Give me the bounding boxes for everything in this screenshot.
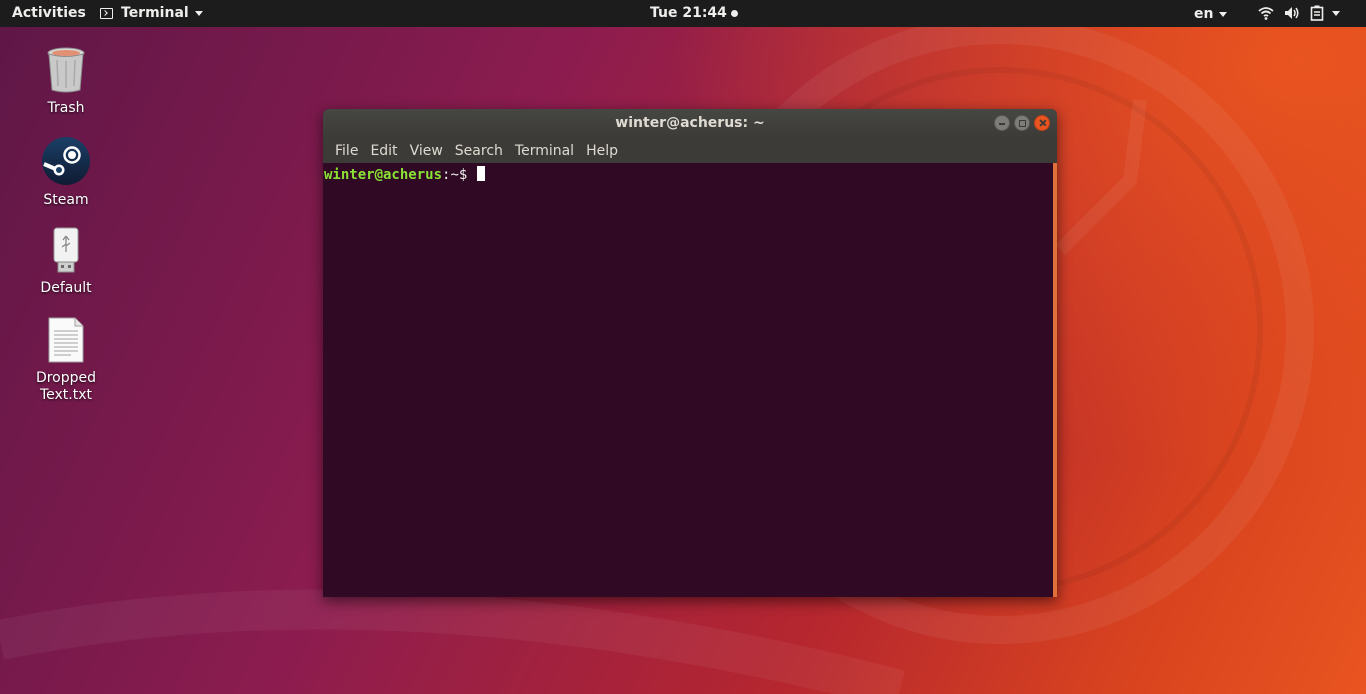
chevron-down-icon	[1219, 11, 1228, 17]
window-titlebar[interactable]: winter@acherus: ~	[323, 109, 1057, 138]
system-tray[interactable]	[1258, 5, 1340, 21]
chevron-down-icon	[194, 10, 203, 16]
close-button[interactable]	[1034, 115, 1050, 131]
steam-icon	[42, 137, 90, 185]
menu-edit[interactable]: Edit	[364, 143, 403, 159]
scrollbar[interactable]	[1053, 163, 1057, 597]
menu-terminal[interactable]: Terminal	[509, 143, 580, 159]
volume-icon	[1285, 7, 1299, 19]
desktop-icon-label: Steam	[43, 192, 89, 208]
desktop-icon-steam[interactable]: Steam	[21, 136, 111, 209]
language-label: en	[1194, 6, 1214, 22]
text-file-icon	[48, 317, 84, 363]
prompt-path: :~$	[442, 167, 476, 183]
desktop-icon-dropped-text[interactable]: Dropped Text.txt	[21, 316, 111, 404]
prompt-line: winter@acherus:~$	[324, 166, 485, 183]
clock-label: Tue 21:44	[650, 5, 727, 21]
maximize-button[interactable]	[1014, 115, 1030, 131]
terminal-icon	[100, 7, 113, 19]
terminal-output[interactable]: winter@acherus:~$	[323, 163, 1053, 597]
language-selector[interactable]: en	[1194, 6, 1228, 22]
menu-bar: File Edit View Search Terminal Help	[323, 138, 1057, 163]
desktop-icon-trash[interactable]: Trash	[21, 46, 111, 117]
menu-help[interactable]: Help	[580, 143, 624, 159]
menu-view[interactable]: View	[404, 143, 449, 159]
text-cursor	[476, 166, 485, 181]
app-menu-label: Terminal	[121, 5, 189, 21]
menu-file[interactable]: File	[329, 143, 364, 159]
usb-drive-icon	[53, 227, 79, 273]
app-menu[interactable]: Terminal	[100, 5, 203, 21]
wifi-icon	[1258, 7, 1274, 20]
minimize-button[interactable]	[994, 115, 1010, 131]
menu-search[interactable]: Search	[449, 143, 509, 159]
terminal-window[interactable]: winter@acherus: ~ File Edit View Search …	[323, 109, 1057, 597]
notification-dot-icon	[730, 9, 738, 17]
desktop-icon-default[interactable]: Default	[21, 226, 111, 297]
desktop-icon-label: Trash	[47, 100, 85, 116]
chevron-down-icon	[1332, 10, 1340, 16]
prompt-user-host: winter@acherus	[324, 167, 443, 183]
window-title: winter@acherus: ~	[615, 115, 765, 131]
desktop-icon-label: Default	[40, 280, 92, 296]
activities-button[interactable]: Activities	[12, 5, 86, 21]
battery-icon	[1310, 5, 1324, 21]
desktop-icon-label: Dropped Text.txt	[35, 370, 97, 403]
clock[interactable]: Tue 21:44	[650, 5, 738, 21]
trash-icon	[47, 47, 85, 93]
top-bar: Activities Terminal Tue 21:44 en	[0, 0, 1366, 27]
